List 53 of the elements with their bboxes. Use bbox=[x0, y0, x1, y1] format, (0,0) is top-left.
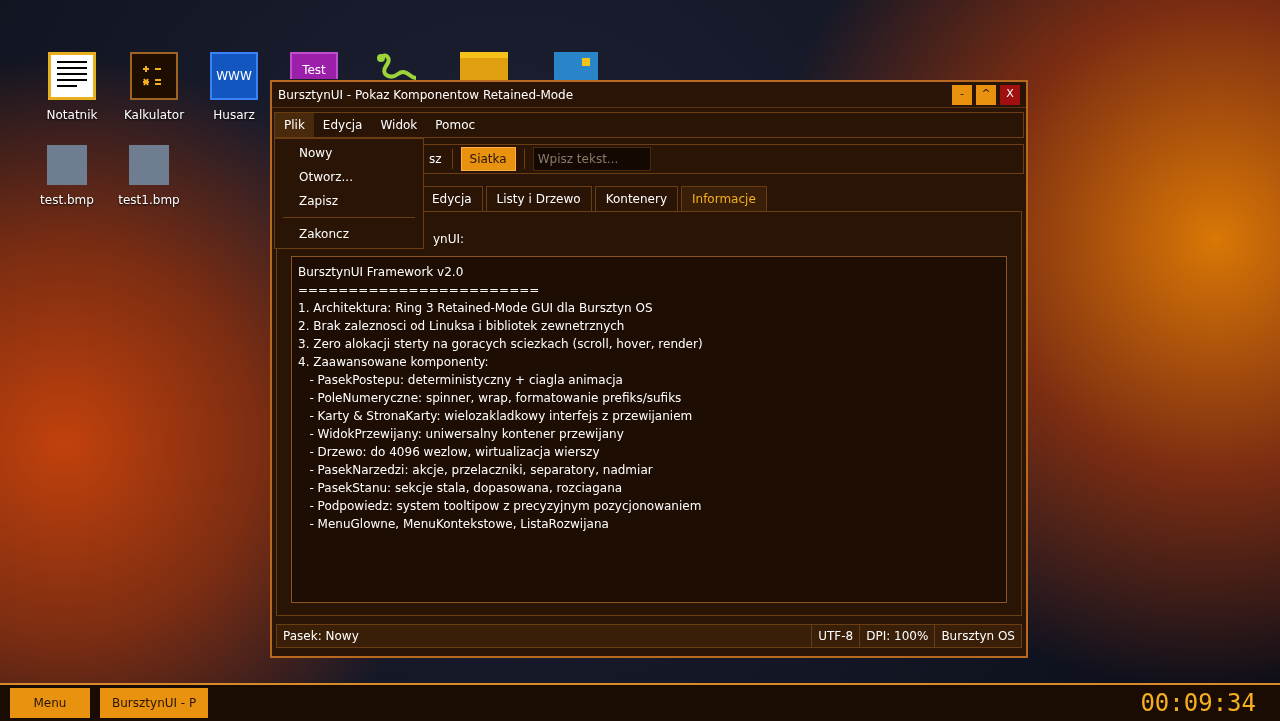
menu-item[interactable]: Nowy bbox=[275, 141, 423, 165]
calculator-icon[interactable] bbox=[130, 52, 178, 100]
info-text-line: - MenuGlowne, MenuKontekstowe, ListaRozwijana bbox=[308, 516, 609, 533]
section-label: ynUI: bbox=[433, 231, 465, 248]
info-text-line: - WidokPrzewijany: uniwersalny kontener przewijany bbox=[308, 426, 624, 443]
info-text-line: - PasekStanu: sekcje stala, dopasowana, rozciagana bbox=[308, 480, 623, 497]
tab[interactable]: Listy i Drzewo bbox=[485, 186, 592, 211]
info-text-line: - PasekPostepu: deterministyczny + ciagla animacja bbox=[308, 372, 623, 389]
icon-label[interactable]: test1.bmp bbox=[118, 191, 180, 209]
status-section: Bursztyn OS bbox=[934, 625, 1021, 647]
status-section: UTF-8 bbox=[811, 625, 860, 647]
notepad-icon[interactable] bbox=[48, 52, 96, 100]
status-section: DPI: 100% bbox=[859, 625, 935, 647]
folder-icon[interactable] bbox=[460, 52, 508, 82]
status-section: Pasek: Nowy bbox=[277, 625, 812, 647]
info-text-line: 4. Zaawansowane komponenty: bbox=[298, 354, 489, 371]
taskbar-window-button[interactable]: BursztynUI - P bbox=[100, 688, 209, 718]
icon-label[interactable]: Husarz bbox=[213, 106, 255, 124]
tab[interactable]: Kontenery bbox=[594, 186, 678, 211]
info-text-line: BursztynUI Framework v2.0 bbox=[298, 264, 464, 281]
info-text-line: - Drzewo: do 4096 wezlow, wirtualizacja wierszy bbox=[308, 444, 600, 461]
menu-item[interactable]: Zakoncz bbox=[275, 222, 423, 246]
info-text-line: - PoleNumeryczne: spinner, wrap, formatowanie prefiks/sufiks bbox=[308, 390, 682, 407]
picture-icon[interactable] bbox=[554, 52, 598, 80]
info-text-line: 3. Zero alokacji sterty na goracych sciezkach (scroll, hover, render) bbox=[298, 336, 703, 353]
text-input-field[interactable]: Wpisz tekst... bbox=[532, 147, 651, 171]
toolbar-button[interactable]: sz bbox=[427, 150, 444, 168]
menu-bar-item[interactable]: Pomoc bbox=[426, 113, 485, 137]
globe-app-icon[interactable]: WWW bbox=[210, 52, 258, 100]
menu-bar-item[interactable]: Widok bbox=[371, 113, 427, 137]
minimize-button[interactable]: - bbox=[952, 84, 972, 105]
menu-item[interactable]: Otworz... bbox=[275, 165, 423, 189]
close-button[interactable]: X bbox=[1000, 84, 1020, 105]
grid-toggle-button[interactable]: Siatka bbox=[460, 147, 516, 171]
icon-label[interactable]: Kalkulator bbox=[123, 106, 185, 124]
menu-bar-item[interactable]: Edycja bbox=[313, 113, 372, 137]
info-text-line: 1. Architektura: Ring 3 Retained-Mode GUI dla Bursztyn OS bbox=[298, 300, 653, 317]
maximize-button[interactable]: ^ bbox=[976, 84, 996, 105]
info-text-line: - Karty & StronaKarty: wielozakladkowy interfejs z przewijaniem bbox=[308, 408, 693, 425]
icon-label[interactable]: test.bmp bbox=[40, 191, 94, 209]
info-text-line: - Podpowiedz: system tooltipow z precyzyjnym pozycjonowaniem bbox=[308, 498, 702, 515]
clock: 00:09:34 bbox=[1140, 688, 1256, 719]
info-text-line: - PasekNarzedzi: akcje, przelaczniki, separatory, nadmiar bbox=[308, 462, 653, 479]
info-text-line: ======================== bbox=[298, 282, 540, 299]
start-menu-button[interactable]: Menu bbox=[10, 688, 90, 718]
menu-bar-item[interactable]: Plik bbox=[275, 113, 314, 137]
test-app-icon[interactable]: Test bbox=[290, 52, 338, 79]
window-title: BursztynUI - Pokaz Komponentow Retained-Mode bbox=[278, 86, 575, 104]
icon-label[interactable]: Notatnik bbox=[46, 106, 98, 124]
menu-item[interactable]: Zapisz bbox=[275, 189, 423, 213]
tab[interactable]: Informacje bbox=[681, 186, 767, 211]
tab[interactable]: Edycja bbox=[421, 186, 483, 211]
info-text-line: 2. Brak zaleznosci od Linuksa i bibliotek zewnetrznych bbox=[298, 318, 625, 335]
